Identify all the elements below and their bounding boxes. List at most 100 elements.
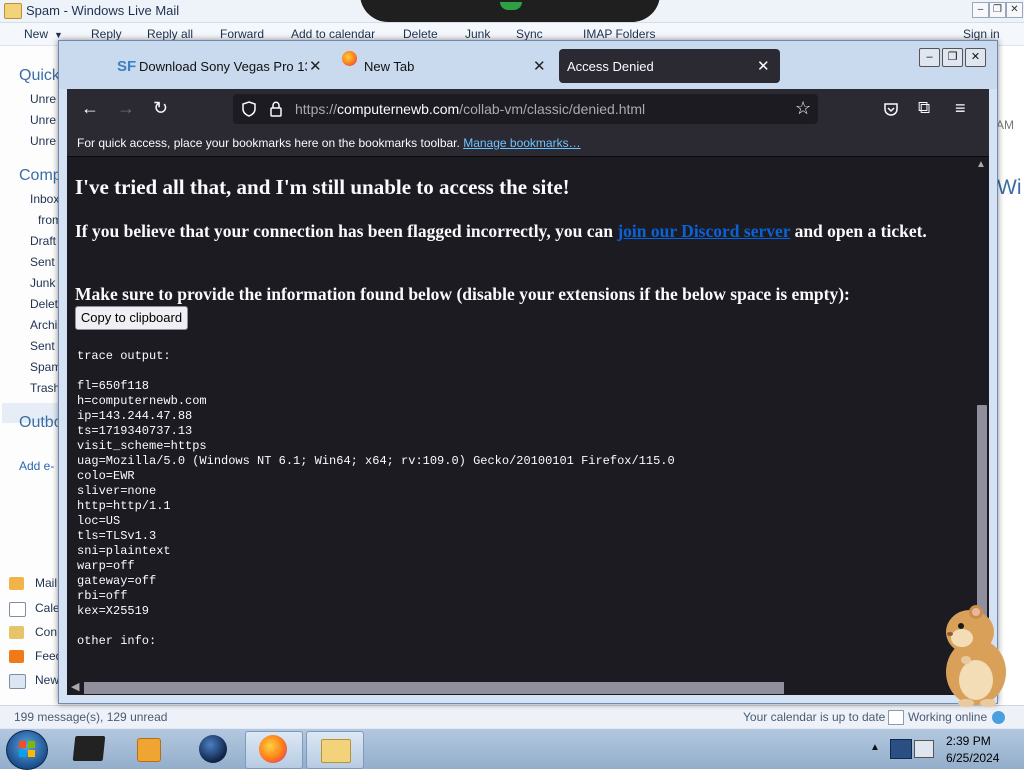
shield-icon[interactable] [241, 101, 257, 117]
nav-calendar[interactable]: Cale [35, 601, 60, 615]
discord-paragraph-tail: and open a ticket. [790, 221, 927, 241]
junk-button[interactable]: Junk [465, 27, 490, 41]
horizontal-scroll-thumb[interactable] [84, 682, 784, 694]
tab-new-tab[interactable]: New Tab ✕ [334, 49, 554, 83]
discord-link[interactable]: join our Discord server [617, 221, 790, 241]
folder-unread-2[interactable]: Unre [30, 113, 56, 127]
globe-icon [992, 711, 1005, 724]
extensions-icon[interactable]: ⧉ [918, 98, 930, 118]
clock-date[interactable]: 6/25/2024 [946, 751, 999, 765]
page-heading: I've tried all that, and I'm still unabl… [75, 175, 570, 199]
folder-spam[interactable]: Spam [30, 360, 61, 374]
scroll-left-icon[interactable]: ◀ [71, 680, 79, 693]
wlm-minimize-button[interactable]: – [972, 2, 989, 18]
close-tab-icon[interactable]: ✕ [309, 57, 322, 75]
tab-bar: SF Download Sony Vegas Pro 13 fr ✕ New T… [59, 41, 997, 89]
folder-deleted[interactable]: Delet [30, 297, 58, 311]
taskbar-item-firefox[interactable] [245, 731, 303, 769]
reply-button[interactable]: Reply [91, 27, 122, 41]
chevron-down-icon[interactable]: ▼ [54, 30, 63, 40]
taskbar-item-explorer[interactable] [62, 731, 118, 767]
bookmark-star-icon[interactable]: ☆ [795, 98, 811, 119]
hamster-desktop-pet[interactable] [936, 600, 1014, 708]
taskbar-item-media-player[interactable] [121, 731, 177, 767]
folder-sent-2[interactable]: Sent [30, 339, 55, 353]
imap-folders-button[interactable]: IMAP Folders [583, 27, 655, 41]
sign-in-button[interactable]: Sign in [963, 27, 1000, 41]
taskbar-item-app[interactable] [185, 731, 241, 767]
menu-icon[interactable]: ≡ [955, 98, 966, 118]
close-tab-icon[interactable]: ✕ [757, 57, 770, 75]
minimize-button[interactable]: – [919, 48, 940, 67]
firefox-window: SF Download Sony Vegas Pro 13 fr ✕ New T… [58, 40, 998, 704]
start-button[interactable] [6, 730, 48, 770]
lock-icon[interactable] [269, 101, 283, 117]
wlm-right-time: AM [996, 118, 1014, 132]
windows-logo-icon [19, 741, 35, 757]
tab-access-denied[interactable]: Access Denied ✕ [559, 49, 780, 83]
scroll-up-icon[interactable]: ▲ [976, 159, 986, 170]
speaker-icon[interactable] [914, 740, 934, 758]
trace-output[interactable]: trace output: fl=650f118 h=computernewb.c… [77, 349, 675, 649]
trace-line: visit_scheme=https [77, 439, 207, 453]
pocket-icon[interactable] [883, 101, 899, 117]
reply-all-button[interactable]: Reply all [147, 27, 193, 41]
taskbar-item-windows-live-mail[interactable] [306, 731, 364, 769]
folder-archive[interactable]: Archi [30, 318, 57, 332]
trace-line: uag=Mozilla/5.0 (Windows NT 6.1; Win64; … [77, 454, 675, 468]
calendar-status: Your calendar is up to date [743, 710, 886, 724]
add-account-link[interactable]: Add e- [19, 459, 54, 473]
folder-sent[interactable]: Sent [30, 255, 55, 269]
delete-button[interactable]: Delete [403, 27, 438, 41]
folder-drafts[interactable]: Draft [30, 234, 56, 248]
quick-views-header[interactable]: Quick [19, 67, 60, 85]
new-button[interactable]: New [24, 27, 48, 41]
network-icon[interactable] [890, 739, 912, 759]
trace-line [77, 619, 675, 634]
folder-trash[interactable]: Trash [30, 381, 60, 395]
nav-newsgroups[interactable]: New [35, 673, 59, 687]
maximize-button[interactable]: ❐ [942, 48, 963, 67]
navigation-toolbar: ← → ↻ https://computernewb.com/collab-vm… [67, 89, 989, 129]
outbox-header[interactable]: Outbo [19, 414, 63, 432]
wlm-maximize-button[interactable]: ❐ [989, 2, 1006, 18]
mail-app-icon [4, 3, 22, 19]
tab-label: Access Denied [567, 59, 654, 74]
wlm-window-title: Spam - Windows Live Mail [26, 3, 180, 18]
back-arrow-icon[interactable]: ← [81, 98, 99, 118]
folder-junk[interactable]: Junk [30, 276, 55, 290]
system-tray: ▲ 2:39 PM 6/25/2024 [866, 730, 1024, 768]
calendar-icon [9, 602, 26, 617]
trace-line: sni=plaintext [77, 544, 171, 558]
close-window-button[interactable]: ✕ [965, 48, 986, 67]
folder-unread-1[interactable]: Unre [30, 92, 56, 106]
mail-icon [9, 577, 24, 590]
trace-line: http=http/1.1 [77, 499, 171, 513]
wlm-close-button[interactable]: ✕ [1006, 2, 1023, 18]
horizontal-scrollbar[interactable]: ◀ [67, 679, 973, 695]
folder-unread-3[interactable]: Unre [30, 134, 56, 148]
folder-inbox[interactable]: Inbox [30, 192, 59, 206]
add-to-calendar-button[interactable]: Add to calendar [291, 27, 375, 41]
nav-contacts[interactable]: Con [35, 625, 57, 639]
url-domain: computernewb.com [337, 101, 460, 117]
clock-time[interactable]: 2:39 PM [946, 734, 991, 748]
forward-arrow-icon[interactable]: → [117, 98, 135, 118]
manage-bookmarks-link[interactable]: Manage bookmarks… [463, 136, 580, 150]
nav-mail[interactable]: Mail [35, 576, 57, 590]
wlm-status-bar: 199 message(s), 129 unread Your calendar… [0, 705, 1024, 729]
show-hidden-icons-icon[interactable]: ▲ [870, 742, 880, 753]
copy-to-clipboard-button[interactable]: Copy to clipboard [75, 306, 188, 330]
calendar-status-icon [888, 710, 904, 725]
globe-app-icon [199, 735, 227, 763]
reload-icon[interactable]: ↻ [153, 98, 168, 118]
trace-line: h=computernewb.com [77, 394, 207, 408]
url-text[interactable]: https://computernewb.com/collab-vm/class… [295, 101, 645, 117]
tab-sony-vegas[interactable]: SF Download Sony Vegas Pro 13 fr ✕ [109, 49, 327, 83]
mail-icon [321, 739, 351, 763]
forward-button[interactable]: Forward [220, 27, 264, 41]
url-bar[interactable]: https://computernewb.com/collab-vm/class… [233, 94, 818, 124]
close-tab-icon[interactable]: ✕ [533, 57, 546, 75]
sync-button[interactable]: Sync [516, 27, 543, 41]
account-header[interactable]: Comp [19, 167, 62, 185]
